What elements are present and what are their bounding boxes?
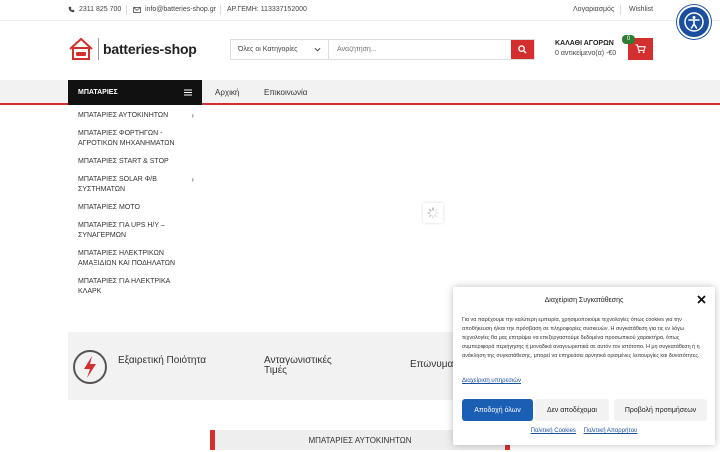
category-menu-item[interactable]: ΜΠΑΤΑΡΙΕΣ START & STOP <box>68 153 202 171</box>
divider <box>220 5 221 15</box>
gemi-number: ΑΡ.ΓΕΜΗ: 113337152000 <box>227 6 307 13</box>
consent-dialog: Διαχείριση Συγκατάθεσης Για να παρέχουμε… <box>453 287 715 445</box>
category-select[interactable]: Όλες οι Κατηγορίες <box>231 40 329 59</box>
policy-links: Πολιτική Cookies Πολιτική Απορρήτου <box>453 428 715 434</box>
accessibility-button[interactable] <box>677 5 711 39</box>
loading-spinner <box>423 203 443 223</box>
cart-icon <box>635 44 646 54</box>
cart-count-badge: 0 <box>622 35 635 44</box>
phone-icon <box>68 6 75 13</box>
cart-summary: 0 αντικείμενο(α) -€0 <box>555 50 617 57</box>
main-nav: ΜΠΑΤΑΡΙΕΣ Αρχική Επικοινωνία <box>0 80 720 105</box>
house-car-icon <box>69 37 93 60</box>
email-contact[interactable]: info@batteries-shop.gr <box>133 6 216 13</box>
category-menu-item-label: ΜΠΑΤΑΡΙΕΣ ΓΙΑ UPS Η/Υ – ΣΥΝΑΓΕΡΜΩΝ <box>78 222 165 239</box>
consent-title: Διαχείριση Συγκατάθεσης <box>544 297 624 304</box>
search-button[interactable] <box>511 40 534 59</box>
chevron-down-icon <box>314 47 321 52</box>
category-menu-label: ΜΠΑΤΑΡΙΕΣ <box>78 89 118 96</box>
search-input[interactable] <box>329 40 511 59</box>
category-menu-item-label: ΜΠΑΤΑΡΙΕΣ ΦΟΡΤΗΓΩΝ - ΑΓΡΟΤΙΚΩΝ ΜΗΧΑΝΗΜΑΤ… <box>78 130 175 147</box>
close-icon <box>697 295 706 304</box>
feature-brands: Επώνυμα <box>410 360 453 370</box>
category-menu-item[interactable]: ΜΠΑΤΑΡΙΕΣ SOLAR Φ/Β ΣΥΣΤΗΜΑΤΩΝ › <box>68 171 202 199</box>
category-menu-item[interactable]: ΜΠΑΤΑΡΙΕΣ ΜΟΤΟ <box>68 199 202 217</box>
close-button[interactable] <box>697 295 706 307</box>
chevron-right-icon: › <box>191 111 194 120</box>
category-menu-item-label: ΜΠΑΤΑΡΙΕΣ ΑΥΤΟΚΙΝΗΤΩΝ <box>78 112 169 119</box>
feature-prices: Ανταγωνιστικές Τιμές <box>264 355 332 376</box>
category-menu-toggle[interactable]: ΜΠΑΤΑΡΙΕΣ <box>68 80 202 105</box>
category-menu-item-label: ΜΠΑΤΑΡΙΕΣ START & STOP <box>78 158 169 165</box>
email-address: info@batteries-shop.gr <box>145 6 216 13</box>
category-menu: ΜΠΑΤΑΡΙΕΣ ΑΥΤΟΚΙΝΗΤΩΝ › ΜΠΑΤΑΡΙΕΣ ΦΟΡΤΗΓΩΝ… <box>68 107 202 300</box>
account-link[interactable]: Λογαριασμός <box>573 6 614 13</box>
phone-contact[interactable]: 2311 825 700 <box>68 6 121 13</box>
category-menu-item-label: ΜΠΑΤΑΡΙΕΣ ΓΙΑ ΗΛΕΚΤΡΙΚΑ ΚΛΑΡΚ <box>78 278 170 295</box>
phone-number: 2311 825 700 <box>79 6 122 13</box>
manage-services-link[interactable]: Διαχείριση υπηρεσιών <box>462 378 521 384</box>
wishlist-link[interactable]: Wishlist <box>629 6 653 13</box>
mail-icon <box>133 6 141 13</box>
search-bar: Όλες οι Κατηγορίες <box>230 39 535 60</box>
divider <box>620 5 621 15</box>
cart-label: ΚΑΛΑΘΙ ΑΓΟΡΩΝ 0 αντικείμενο(α) -€0 <box>555 39 616 59</box>
chevron-right-icon: › <box>191 175 194 184</box>
category-menu-item[interactable]: ΜΠΑΤΑΡΙΕΣ ΑΥΤΟΚΙΝΗΤΩΝ › <box>68 107 202 125</box>
top-bar: 2311 825 700 info@batteries-shop.gr ΑΡ.Γ… <box>0 0 720 21</box>
category-menu-item-label: ΜΠΑΤΑΡΙΕΣ SOLAR Φ/Β ΣΥΣΤΗΜΑΤΩΝ <box>78 176 157 193</box>
cart-widget[interactable]: ΚΑΛΑΘΙ ΑΓΟΡΩΝ 0 αντικείμενο(α) -€0 0 <box>555 35 653 60</box>
category-menu-item[interactable]: ΜΠΑΤΑΡΙΕΣ ΓΙΑ ΗΛΕΚΤΡΙΚΑ ΚΛΑΡΚ <box>68 273 202 301</box>
cart-title: ΚΑΛΑΘΙ ΑΓΟΡΩΝ <box>555 40 614 47</box>
category-menu-item[interactable]: ΜΠΑΤΑΡΙΕΣ ΦΟΡΤΗΓΩΝ - ΑΓΡΟΤΙΚΩΝ ΜΗΧΑΝΗΜΑΤ… <box>68 125 202 153</box>
spinner-icon <box>427 207 439 219</box>
divider <box>126 5 127 15</box>
accessibility-icon <box>684 12 704 32</box>
feature-quality: Εξαιρετική Ποιότητα <box>118 355 207 366</box>
category-menu-item-label: ΜΠΑΤΑΡΙΕΣ ΗΛΕΚΤΡΙΚΩΝ ΑΜΑΞΙΔΙΩΝ ΚΑΙ ΠΟΔΗΛ… <box>78 250 176 267</box>
lightning-circle-icon <box>73 350 107 384</box>
consent-body: Για να παρέχουμε την καλύτερη εμπειρία, … <box>462 317 700 359</box>
deny-button[interactable]: Δεν αποδέχομαι <box>535 399 609 421</box>
nav-link-home[interactable]: Αρχική <box>215 88 239 97</box>
category-menu-item[interactable]: ΜΠΑΤΑΡΙΕΣ ΗΛΕΚΤΡΙΚΩΝ ΑΜΑΞΙΔΙΩΝ ΚΑΙ ΠΟΔΗΛ… <box>68 245 202 273</box>
nav-link-contact[interactable]: Επικοινωνία <box>264 88 307 97</box>
logo-text: batteries-shop <box>103 41 197 57</box>
view-preferences-button[interactable]: Προβολή προτιμήσεων <box>614 399 707 421</box>
category-menu-item[interactable]: ΜΠΑΤΑΡΙΕΣ ΓΙΑ UPS Η/Υ – ΣΥΝΑΓΕΡΜΩΝ <box>68 217 202 245</box>
logo-divider <box>98 38 99 60</box>
features-strip: Εξαιρετική Ποιότητα Ανταγωνιστικές Τιμές… <box>68 332 453 400</box>
accept-all-button[interactable]: Αποδοχή όλων <box>462 399 533 421</box>
search-icon <box>518 45 527 54</box>
category-menu-item-label: ΜΠΑΤΑΡΙΕΣ ΜΟΤΟ <box>78 204 140 211</box>
site-logo[interactable]: batteries-shop <box>68 37 197 61</box>
privacy-policy-link[interactable]: Πολιτική Απορρήτου <box>584 428 638 434</box>
cookie-policy-link[interactable]: Πολιτική Cookies <box>531 428 576 434</box>
category-select-value: Όλες οι Κατηγορίες <box>238 46 298 53</box>
hamburger-icon <box>184 89 192 96</box>
